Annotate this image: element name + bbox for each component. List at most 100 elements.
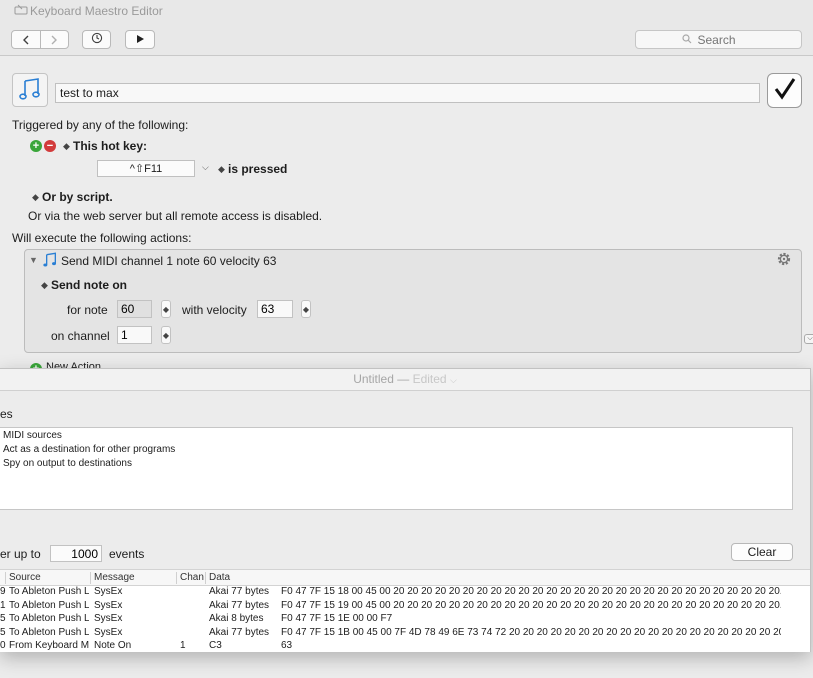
source-cell: To Ableton Push L bbox=[9, 586, 89, 597]
table-row[interactable]: 9 To Ableton Push L SysEx Akai 77 bytes F0 4… bbox=[0, 586, 810, 600]
macro-name-field[interactable] bbox=[55, 83, 760, 103]
gear-icon[interactable] bbox=[775, 250, 793, 271]
web-server-note: Or via the web server but all remote acc… bbox=[28, 209, 323, 223]
hotkey-field[interactable]: ^⇧F11 bbox=[97, 160, 195, 177]
hotkey-condition-popup-icon[interactable]: ◆ bbox=[218, 164, 225, 175]
events-label: events bbox=[109, 547, 145, 561]
message-cell: SysEx bbox=[94, 626, 123, 638]
source-item[interactable]: MIDI sources bbox=[3, 430, 62, 441]
midi-window-title: Untitled — Edited ⌵ bbox=[0, 372, 810, 386]
time-fragment: 1 bbox=[0, 599, 6, 611]
km-window-title: Keyboard Maestro Editor bbox=[30, 4, 163, 18]
hotkey-trigger-label[interactable]: This hot key: bbox=[73, 139, 147, 153]
macro-enabled-checkbox[interactable] bbox=[767, 73, 802, 108]
send-mode-label[interactable]: Send note on bbox=[51, 278, 127, 292]
source-item[interactable]: Spy on output to destinations bbox=[3, 458, 132, 469]
table-row[interactable]: 0 From Keyboard M Note On 1 C3 63 bbox=[0, 640, 810, 652]
source-item[interactable]: Act as a destination for other programs bbox=[3, 444, 175, 455]
time-fragment: 0 bbox=[0, 640, 6, 651]
data-bytes-cell: F0 47 7F 15 1E 00 00 F7 bbox=[281, 613, 393, 624]
message-cell: SysEx bbox=[94, 599, 123, 611]
table-row[interactable]: 5 To Ableton Push L SysEx Akai 8 bytes F0 47… bbox=[0, 613, 810, 627]
data-bytes-cell: F0 47 7F 15 1B 00 45 00 7F 4D 78 49 6E 7… bbox=[281, 626, 781, 638]
search-input[interactable] bbox=[695, 31, 756, 48]
hotkey-value: ^⇧F11 bbox=[129, 163, 163, 175]
chevron-left-icon[interactable] bbox=[12, 31, 40, 48]
data-bytes-cell: F0 47 7F 15 18 00 45 00 20 20 20 20 20 2… bbox=[281, 586, 781, 597]
macro-icon-well[interactable] bbox=[12, 73, 48, 107]
source-cell: To Ableton Push L bbox=[9, 613, 89, 624]
source-cell: To Ableton Push L bbox=[9, 599, 89, 611]
sources-list[interactable]: MIDI sources Act as a destination for ot… bbox=[0, 427, 793, 510]
search-icon bbox=[681, 33, 692, 47]
on-channel-label: on channel bbox=[51, 329, 110, 343]
chan-cell: 1 bbox=[180, 640, 186, 651]
triggers-heading: Triggered by any of the following: bbox=[12, 118, 189, 132]
with-velocity-label: with velocity bbox=[182, 303, 247, 317]
mode-popup-icon[interactable]: ◆ bbox=[41, 280, 48, 291]
data-bytes-cell: 63 bbox=[281, 640, 293, 651]
add-trigger-button[interactable]: + bbox=[30, 140, 42, 152]
time-fragment: 5 bbox=[0, 626, 6, 638]
midi-monitor-window: Untitled — Edited ⌵ es MIDI sources Act … bbox=[0, 368, 811, 652]
column-separator bbox=[176, 572, 177, 584]
column-separator bbox=[90, 572, 91, 584]
edited-status[interactable]: Edited bbox=[413, 372, 447, 386]
channel-field[interactable] bbox=[117, 326, 152, 344]
note-stepper[interactable]: ◆ bbox=[161, 300, 171, 318]
trigger-type-popup-icon[interactable]: ◆ bbox=[63, 141, 70, 152]
action-title: Send MIDI channel 1 note 60 velocity 63 bbox=[61, 254, 277, 268]
chevron-right-icon[interactable] bbox=[39, 31, 69, 48]
keyboard-maestro-app-icon bbox=[14, 4, 28, 18]
column-header-data[interactable]: Data bbox=[209, 572, 230, 583]
document-title: Untitled bbox=[353, 372, 394, 386]
message-cell: SysEx bbox=[94, 586, 123, 597]
send-midi-action[interactable]: ▼ Send MIDI channel 1 note 60 velocity 6… bbox=[24, 249, 802, 353]
table-row[interactable]: 1 To Ableton Push L SysEx Akai 77 bytes F0 4… bbox=[0, 600, 810, 614]
data-summary-cell: Akai 77 bytes bbox=[209, 599, 270, 611]
history-button[interactable] bbox=[82, 30, 111, 49]
source-cell: From Keyboard M bbox=[9, 640, 89, 651]
buffer-label: er up to bbox=[0, 547, 41, 561]
data-summary-cell: Akai 77 bytes bbox=[209, 626, 270, 638]
script-trigger-label[interactable]: Or by script. bbox=[42, 190, 113, 204]
music-note-icon bbox=[42, 252, 58, 271]
velocity-stepper[interactable]: ◆ bbox=[301, 300, 311, 318]
events-count-field[interactable] bbox=[50, 545, 102, 562]
run-button[interactable] bbox=[125, 30, 155, 49]
table-row[interactable]: 5 To Ableton Push L SysEx Akai 77 bytes F0 4… bbox=[0, 627, 810, 641]
column-separator bbox=[5, 572, 6, 584]
macro-editor: Triggered by any of the following: + − ◆… bbox=[0, 57, 813, 377]
hotkey-condition[interactable]: is pressed bbox=[228, 162, 287, 176]
disclosure-triangle-icon[interactable]: ▼ bbox=[29, 255, 38, 265]
column-header-message[interactable]: Message bbox=[94, 572, 135, 583]
events-table-header: Source Message Chan Data bbox=[0, 569, 810, 586]
remove-trigger-button[interactable]: − bbox=[44, 140, 56, 152]
clock-icon bbox=[91, 32, 103, 47]
chevron-down-icon[interactable]: ⌵ bbox=[804, 334, 813, 344]
events-table[interactable]: 9 To Ableton Push L SysEx Akai 77 bytes F0 4… bbox=[0, 586, 810, 652]
play-icon bbox=[136, 33, 145, 47]
note-field[interactable] bbox=[117, 300, 152, 318]
clear-button[interactable]: Clear bbox=[731, 543, 793, 561]
velocity-field[interactable] bbox=[257, 300, 293, 318]
channel-stepper[interactable]: ◆ bbox=[161, 326, 171, 344]
message-cell: SysEx bbox=[94, 613, 123, 624]
km-titlebar: Keyboard Maestro Editor bbox=[0, 0, 813, 24]
script-trigger-popup-icon[interactable]: ◆ bbox=[32, 192, 39, 203]
search-field[interactable] bbox=[635, 30, 802, 49]
source-cell: To Ableton Push L bbox=[9, 626, 89, 638]
actions-heading: Will execute the following actions: bbox=[12, 231, 192, 245]
data-summary-cell: C3 bbox=[209, 640, 222, 651]
data-bytes-cell: F0 47 7F 15 19 00 45 00 20 20 20 20 20 2… bbox=[281, 599, 781, 611]
chevron-down-icon[interactable]: ⌵ bbox=[450, 375, 457, 385]
title-separator: — bbox=[397, 372, 410, 386]
column-header-source[interactable]: Source bbox=[9, 572, 41, 583]
column-header-chan[interactable]: Chan bbox=[180, 572, 204, 583]
time-fragment: 9 bbox=[0, 586, 6, 597]
data-summary-cell: Akai 8 bytes bbox=[209, 613, 264, 624]
action-header: ▼ Send MIDI channel 1 note 60 velocity 6… bbox=[25, 250, 801, 272]
time-fragment: 5 bbox=[0, 613, 6, 624]
for-note-label: for note bbox=[67, 303, 108, 317]
chevron-down-icon[interactable]: ⌵ bbox=[202, 162, 209, 173]
